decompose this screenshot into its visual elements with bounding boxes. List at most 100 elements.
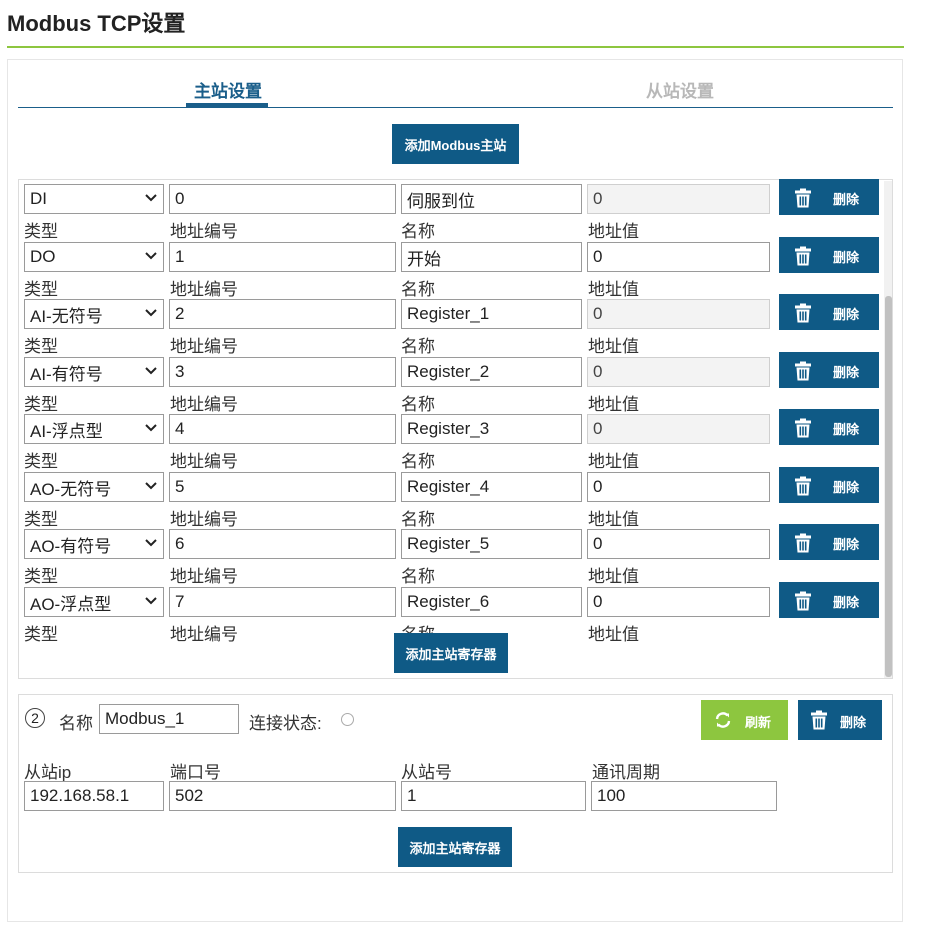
register-value-input: 0	[587, 357, 770, 387]
scrollbar-thumb[interactable]	[885, 296, 892, 677]
register-name-input[interactable]: Register_6	[401, 587, 582, 617]
register-name-input[interactable]: Register_1	[401, 299, 582, 329]
delete-register-button[interactable]: 删除	[779, 582, 879, 618]
chevron-down-icon	[144, 362, 158, 382]
delete-master-button[interactable]: 删除	[798, 700, 882, 740]
register-value-input: 0	[587, 184, 770, 214]
register-type-select[interactable]: AI-浮点型	[24, 414, 164, 444]
register-address-label: 地址编号	[170, 222, 238, 241]
register-value-input[interactable]: 0	[587, 587, 770, 617]
register-name-input[interactable]: Register_2	[401, 357, 582, 387]
chevron-down-icon	[144, 189, 158, 209]
register-name-input[interactable]: Register_4	[401, 472, 582, 502]
register-address-input[interactable]: 4	[169, 414, 396, 444]
delete-register-button[interactable]: 删除	[779, 467, 879, 503]
register-value-label: 地址值	[588, 222, 639, 241]
register-address-input[interactable]: 7	[169, 587, 396, 617]
register-type-select[interactable]: AI-无符号	[24, 299, 164, 329]
register-type-label: 类型	[24, 567, 58, 586]
delete-label: 删除	[840, 715, 867, 730]
register-type-select[interactable]: AO-有符号	[24, 529, 164, 559]
slave-no-label: 从站号	[401, 763, 452, 782]
register-type-value: AI-浮点型	[30, 421, 103, 441]
register-type-select[interactable]: AI-有符号	[24, 357, 164, 387]
register-type-select[interactable]: DO	[24, 242, 164, 272]
register-name-label: 名称	[401, 337, 435, 356]
register-name-label: 名称	[401, 222, 435, 241]
register-address-input[interactable]: 6	[169, 529, 396, 559]
register-value-input[interactable]: 0	[587, 472, 770, 502]
register-name-label: 名称	[401, 567, 435, 586]
register-value-input[interactable]: 0	[587, 529, 770, 559]
register-address-input[interactable]: 1	[169, 242, 396, 272]
register-type-value: AO-有符号	[30, 536, 112, 556]
chevron-down-icon	[144, 534, 158, 554]
delete-label: 删除	[833, 192, 860, 207]
delete-label: 删除	[833, 422, 860, 437]
register-type-label: 类型	[24, 452, 58, 471]
trash-icon	[794, 591, 812, 614]
add-register-button[interactable]: 添加主站寄存器	[394, 633, 508, 673]
delete-register-button[interactable]: 删除	[779, 294, 879, 330]
trash-icon	[794, 246, 812, 269]
register-name-label: 名称	[401, 280, 435, 299]
register-address-label: 地址编号	[170, 280, 238, 299]
register-type-label: 类型	[24, 625, 58, 644]
register-type-label: 类型	[24, 280, 58, 299]
register-name-input[interactable]: Register_3	[401, 414, 582, 444]
slave-ip-input[interactable]: 192.168.58.1	[24, 781, 164, 811]
tab-master-settings[interactable]: 主站设置	[158, 77, 298, 102]
trash-icon	[794, 361, 812, 384]
register-type-label: 类型	[24, 395, 58, 414]
register-name-input[interactable]: 开始	[401, 242, 582, 272]
master-index-badge: 2	[25, 708, 45, 728]
register-type-select[interactable]: AO-浮点型	[24, 587, 164, 617]
register-type-value: AI-无符号	[30, 306, 103, 326]
refresh-button[interactable]: 刷新	[701, 700, 788, 740]
chevron-down-icon	[144, 304, 158, 324]
master-name-input[interactable]: Modbus_1	[99, 704, 239, 734]
register-address-input[interactable]: 2	[169, 299, 396, 329]
delete-register-button[interactable]: 删除	[779, 237, 879, 273]
register-value-input[interactable]: 0	[587, 242, 770, 272]
register-value-label: 地址值	[588, 510, 639, 529]
register-type-value: DO	[30, 247, 56, 266]
chevron-down-icon	[144, 477, 158, 497]
delete-register-button[interactable]: 删除	[779, 179, 879, 215]
register-value-label: 地址值	[588, 625, 639, 644]
add-modbus-master-button[interactable]: 添加Modbus主站	[392, 124, 519, 164]
register-address-label: 地址编号	[170, 395, 238, 414]
chevron-down-icon	[144, 247, 158, 267]
slave-no-input[interactable]: 1	[401, 781, 586, 811]
delete-register-button[interactable]: 删除	[779, 352, 879, 388]
tab-bar-line	[18, 107, 893, 108]
register-type-label: 类型	[24, 337, 58, 356]
delete-label: 删除	[833, 480, 860, 495]
trash-icon	[794, 188, 812, 211]
trash-icon	[794, 533, 812, 556]
delete-label: 删除	[833, 595, 860, 610]
port-input[interactable]: 502	[169, 781, 396, 811]
title-divider	[7, 46, 904, 48]
radio-icon	[341, 713, 354, 726]
chevron-down-icon	[144, 419, 158, 439]
trash-icon	[794, 418, 812, 441]
period-input[interactable]: 100	[591, 781, 777, 811]
register-type-select[interactable]: AO-无符号	[24, 472, 164, 502]
register-name-input[interactable]: 伺服到位	[401, 184, 582, 214]
register-type-value: AO-浮点型	[30, 594, 112, 614]
add-register-button-2[interactable]: 添加主站寄存器	[398, 827, 512, 867]
register-value-label: 地址值	[588, 567, 639, 586]
register-type-select[interactable]: DI	[24, 184, 164, 214]
delete-register-button[interactable]: 删除	[779, 409, 879, 445]
register-name-input[interactable]: Register_5	[401, 529, 582, 559]
tab-slave-settings[interactable]: 从站设置	[610, 77, 750, 102]
register-address-input[interactable]: 3	[169, 357, 396, 387]
register-address-input[interactable]: 5	[169, 472, 396, 502]
register-type-label: 类型	[24, 222, 58, 241]
trash-icon	[810, 710, 828, 733]
delete-register-button[interactable]: 删除	[779, 524, 879, 560]
register-address-input[interactable]: 0	[169, 184, 396, 214]
register-type-label: 类型	[24, 510, 58, 529]
delete-label: 删除	[833, 307, 860, 322]
